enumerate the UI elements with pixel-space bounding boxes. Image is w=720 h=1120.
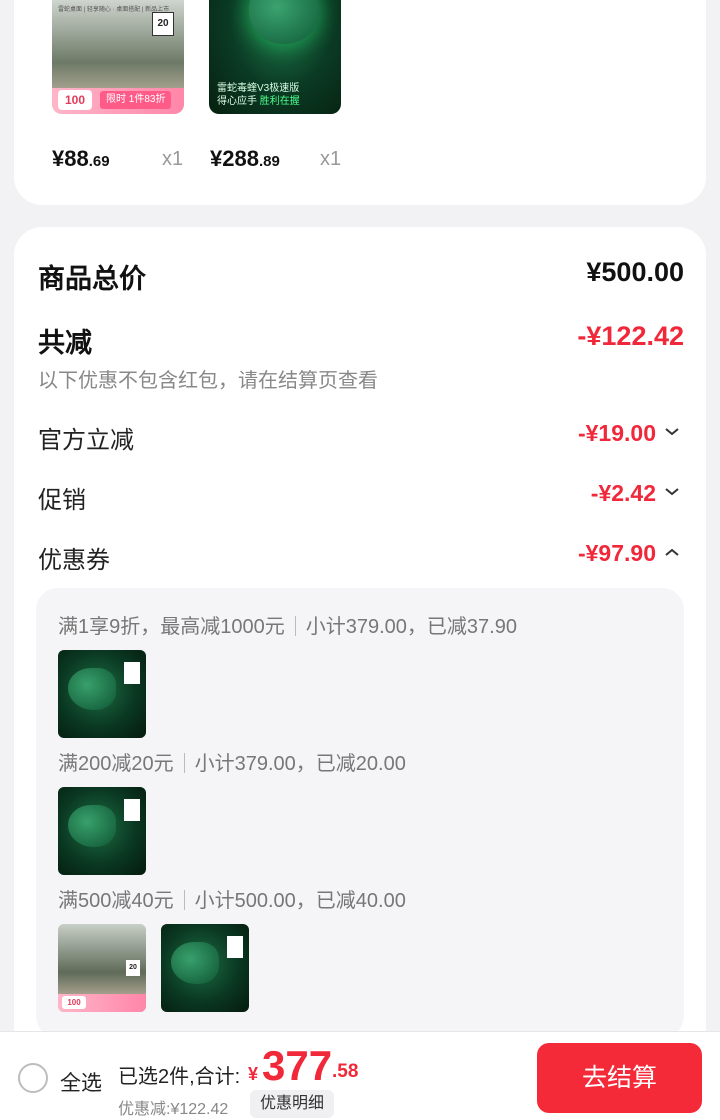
discount-line-coupon[interactable]: 优惠券 -¥97.90 — [38, 540, 684, 574]
thumbnail-caption-line-2b: 胜利在握 — [259, 96, 300, 107]
product-price-1: ¥88.69 — [52, 146, 110, 172]
discount-summary: 优惠减:¥122.42 — [118, 1101, 229, 1118]
coupon-detail: 小计500.00，已减40.00 — [194, 890, 406, 912]
total-reduction-row: 共减 -¥122.42 — [38, 321, 684, 358]
product-qty-1: x1 — [162, 148, 184, 170]
coupon-detail: 小计379.00，已减37.90 — [305, 616, 517, 638]
chevron-down-icon[interactable] — [664, 484, 680, 500]
coupon-rule-line: 满500减40元 小计500.00，已减40.00 — [58, 884, 406, 913]
price-integer: ¥88 — [52, 146, 89, 171]
total-reduction-label: 共减 — [38, 328, 92, 358]
mouse-image — [68, 805, 116, 847]
coupon-product-thumbnail[interactable] — [161, 924, 249, 1012]
selected-count-text: 已选2件,合计: — [118, 1066, 241, 1088]
thumbnail-caption: 雷蛇毒蝰V3极速版 得心应手 胜利在握 — [217, 82, 333, 108]
discount-label: 官方立减 — [38, 427, 134, 454]
coupon-product-thumbnail[interactable] — [58, 787, 146, 875]
coupon-rule: 满500减40元 — [58, 890, 174, 912]
thumbnail-price-badge: 100 — [58, 90, 92, 110]
select-all-label[interactable]: 全选 — [60, 1067, 102, 1097]
total-reduction-value: -¥122.42 — [577, 321, 684, 351]
discount-line-official[interactable]: 官方立减 -¥19.00 — [38, 420, 684, 454]
checkout-button[interactable]: 去结算 — [537, 1043, 702, 1113]
product-tag — [227, 936, 243, 958]
mouse-image — [249, 0, 319, 44]
divider — [183, 753, 185, 773]
product-thumbnail-1[interactable]: 雷蛇桌面 | 轻享随心 · 桌面搭配 | 新品上市 20 100 限时 1件83… — [52, 0, 184, 114]
product-qty-2: x1 — [320, 148, 342, 170]
thumbnail-promo-tag: 限时 1件83折 — [100, 91, 172, 109]
thumbnail-caption-line-2: 得心应手 胜利在握 — [217, 95, 333, 108]
coupon-product-thumbnail[interactable] — [58, 650, 146, 738]
price-decimal: .89 — [258, 153, 280, 170]
select-all-radio[interactable] — [18, 1063, 48, 1093]
discount-detail-button[interactable]: 优惠明细 — [250, 1090, 335, 1118]
coupon-detail: 小计379.00，已减20.00 — [194, 753, 406, 775]
product-tag — [124, 799, 140, 821]
discount-label: 促销 — [38, 487, 86, 514]
discount-line-promotion[interactable]: 促销 -¥2.42 — [38, 480, 684, 514]
discount-value: -¥97.90 — [577, 540, 656, 566]
discount-label: 优惠券 — [38, 547, 110, 574]
mouse-image — [68, 668, 116, 710]
price-integer: ¥288 — [210, 146, 259, 171]
discount-value: -¥19.00 — [577, 420, 656, 446]
chevron-down-icon[interactable] — [664, 424, 680, 440]
chevron-up-icon[interactable] — [664, 544, 680, 560]
coupon-product-thumbnail[interactable]: 20 100 — [58, 924, 146, 1012]
thumbnail-number-badge: 20 — [126, 960, 140, 976]
total-price-row: 商品总价 ¥500.00 — [38, 257, 684, 294]
thumbnail-number-badge: 20 — [152, 12, 174, 36]
price-decimal: .69 — [88, 153, 110, 170]
mouse-image — [171, 942, 219, 984]
coupon-rule-line: 满1享9折，最高减1000元 小计379.00，已减37.90 — [58, 610, 517, 639]
thumbnail-caption-line-2a: 得心应手 — [217, 96, 260, 107]
product-tag — [124, 662, 140, 684]
thumbnail-price-badge: 100 — [62, 996, 86, 1009]
coupon-detail-panel: 满1享9折，最高减1000元 小计379.00，已减37.90 满200减20元小… — [36, 588, 684, 1038]
reduction-hint: 以下优惠不包含红包，请在结算页查看 — [38, 370, 378, 392]
coupon-rule: 满200减20元 — [58, 753, 174, 775]
product-price-2: ¥288.89 — [210, 146, 280, 172]
product-thumbnail-2[interactable]: 雷蛇毒蝰V3极速版 得心应手 胜利在握 — [209, 0, 341, 114]
discount-value: -¥2.42 — [590, 480, 656, 506]
total-price-label: 商品总价 — [38, 264, 146, 294]
thumbnail-caption-line-1: 雷蛇毒蝰V3极速版 — [217, 83, 300, 94]
coupon-rule: 满1享9折，最高减1000元 — [58, 616, 285, 638]
divider — [183, 890, 185, 910]
total-amount-decimal: .58 — [332, 1061, 359, 1082]
price-summary-card: 商品总价 ¥500.00 共减 -¥122.42 以下优惠不包含红包，请在结算页… — [14, 227, 706, 1120]
total-price-value: ¥500.00 — [586, 257, 684, 287]
coupon-rule-line: 满200减20元 小计379.00，已减20.00 — [58, 747, 406, 776]
checkout-bar: 全选 已选2件,合计: ¥ 377 .58 优惠减:¥122.42 优惠明细 去… — [0, 1031, 720, 1120]
divider — [294, 616, 296, 636]
total-currency: ¥ — [248, 1064, 259, 1084]
total-amount-integer: 377 — [262, 1042, 333, 1089]
cart-product-card: 雷蛇桌面 | 轻享随心 · 桌面搭配 | 新品上市 20 100 限时 1件83… — [14, 0, 706, 205]
